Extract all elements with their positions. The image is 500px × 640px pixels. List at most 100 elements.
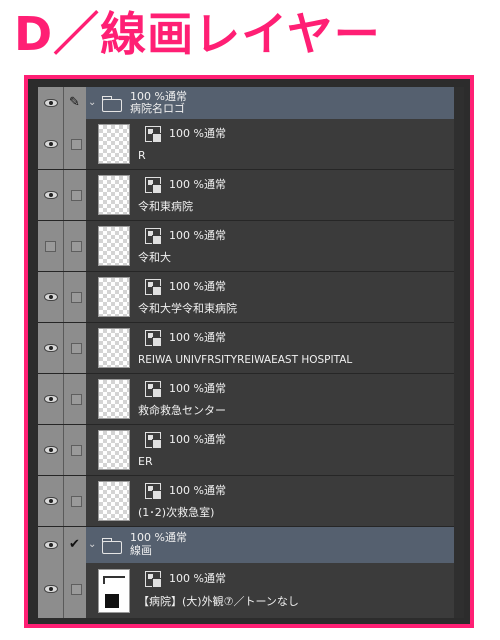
layer-opacity-mode: 100 %通常 [169,280,226,293]
eye-icon[interactable] [44,191,58,199]
lock-checkbox[interactable] [71,139,82,150]
visibility-column [38,170,64,220]
lock-column [64,221,86,271]
folder-name: 線画 [130,544,152,557]
lock-checkbox[interactable] [71,496,82,507]
visibility-column [38,476,64,526]
lock-column [64,374,86,424]
layer-name: R [138,149,146,162]
layer-thumbnail [98,569,130,613]
lock-column [64,272,86,322]
layer-opacity-mode: 100 %通常 [169,331,226,344]
layer-row[interactable]: 100 %通常 令和東病院 [38,170,464,221]
layer-folder-lineart[interactable]: ✔ ⌄ 100 %通常 線画 [38,527,464,563]
visibility-column [38,272,64,322]
layer-opacity-mode: 100 %通常 [169,229,226,242]
visibility-off-checkbox[interactable] [45,241,56,252]
layer-name: 救命救急センター [138,404,226,417]
layer-thumbnail [98,277,130,317]
raster-layer-icon [145,126,161,142]
lock-column [64,170,86,220]
layer-row[interactable]: 100 %通常 【病院】(大)外観⑦／トーンなし [38,563,464,618]
lock-checkbox[interactable] [71,343,82,354]
layer-opacity-mode: 100 %通常 [169,127,226,140]
layer-folder-logo[interactable]: ✎ ⌄ 100 %通常 病院名ロゴ [38,87,464,119]
visibility-column [38,87,64,119]
layer-opacity-mode: 100 %通常 [169,178,226,191]
eye-icon[interactable] [44,99,58,107]
layer-thumbnail [98,430,130,470]
eye-icon[interactable] [44,497,58,505]
lock-column [64,476,86,526]
eye-icon[interactable] [44,585,58,593]
lock-checkbox[interactable] [71,241,82,252]
layer-thumbnail [98,226,130,266]
pen-icon[interactable]: ✎ [69,96,80,109]
raster-layer-icon [145,432,161,448]
raster-layer-icon [145,381,161,397]
layer-thumbnail [98,481,130,521]
lock-column [64,119,86,169]
layer-row[interactable]: 100 %通常 REIWA UNIVFRSITYREIWAEAST HOSPIT… [38,323,464,374]
lock-column: ✎ [64,87,86,119]
layer-opacity-mode: 100 %通常 [169,484,226,497]
lock-column: ✔ [64,527,86,563]
eye-icon[interactable] [44,395,58,403]
visibility-column [38,221,64,271]
layer-row[interactable]: 100 %通常 (1･2)次救急室) [38,476,464,527]
layer-opacity-mode: 100 %通常 [169,382,226,395]
lock-column [64,425,86,475]
layer-name: ER [138,455,153,468]
visibility-column [38,374,64,424]
lock-checkbox[interactable] [71,292,82,303]
lock-checkbox[interactable] [71,445,82,456]
layer-opacity-mode: 100 %通常 [169,572,226,585]
eye-icon[interactable] [44,446,58,454]
layer-name: REIWA UNIVFRSITYREIWAEAST HOSPITAL [138,354,353,366]
layer-thumbnail [98,175,130,215]
visibility-column [38,425,64,475]
lock-checkbox[interactable] [71,584,82,595]
layer-thumbnail [98,328,130,368]
folder-icon [102,538,122,554]
raster-layer-icon [145,330,161,346]
sketch-mark [105,594,119,608]
chevron-down-icon[interactable]: ⌄ [88,98,96,108]
layer-thumbnail [98,379,130,419]
layer-name: 令和大学令和東病院 [138,302,237,315]
layer-row[interactable]: 100 %通常 ER [38,425,464,476]
raster-layer-icon [145,571,161,587]
layer-row[interactable]: 100 %通常 R [38,119,464,170]
scrollbar[interactable] [454,87,464,618]
visibility-column [38,527,64,563]
check-icon[interactable]: ✔ [69,538,80,551]
eye-icon[interactable] [44,293,58,301]
layer-thumbnail [98,124,130,164]
visibility-column [38,323,64,373]
page-heading: D／線画レイヤー [14,7,381,61]
layer-name: (1･2)次救急室) [138,506,215,519]
layer-row[interactable]: 100 %通常 救命救急センター [38,374,464,425]
lock-checkbox[interactable] [71,394,82,405]
folder-icon [102,96,122,112]
eye-icon[interactable] [44,140,58,148]
layer-row[interactable]: 100 %通常 令和大 [38,221,464,272]
raster-layer-icon [145,177,161,193]
lock-checkbox[interactable] [71,190,82,201]
layer-name: 【病院】(大)外観⑦／トーンなし [138,595,299,608]
visibility-column [38,119,64,169]
raster-layer-icon [145,279,161,295]
lock-column [64,323,86,373]
folder-name: 病院名ロゴ [130,102,185,115]
lock-column [64,563,86,618]
eye-icon[interactable] [44,344,58,352]
chevron-down-icon[interactable]: ⌄ [88,540,96,550]
layer-row[interactable]: 100 %通常 令和大学令和東病院 [38,272,464,323]
raster-layer-icon [145,228,161,244]
eye-icon[interactable] [44,541,58,549]
visibility-column [38,563,64,618]
layer-panel: ✎ ⌄ 100 %通常 病院名ロゴ 100 %通常 R 100 %通常 令和東病… [38,87,464,618]
sketch-mark [103,576,125,584]
layer-name: 令和大 [138,251,171,264]
layer-opacity-mode: 100 %通常 [169,433,226,446]
